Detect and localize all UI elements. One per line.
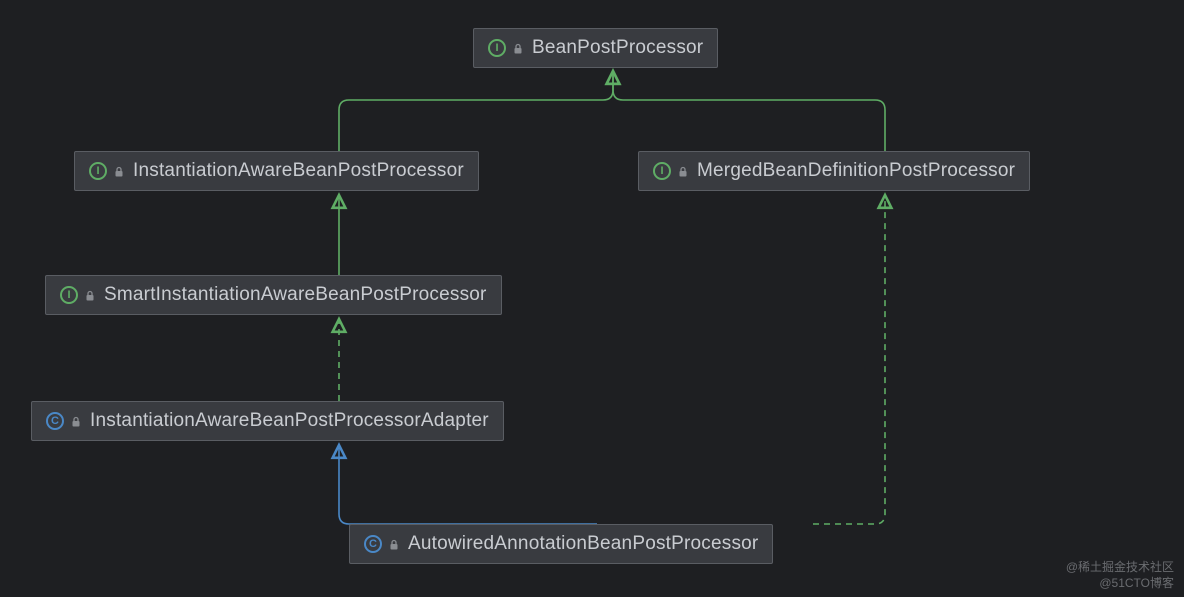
lock-icon <box>84 289 96 301</box>
lock-icon <box>113 165 125 177</box>
edge-aabpp-mbdpp <box>813 195 885 524</box>
node-label: SmartInstantiationAwareBeanPostProcessor <box>104 284 487 306</box>
edge-iabpp-bpp <box>339 71 613 151</box>
lock-icon <box>70 415 82 427</box>
lock-icon <box>388 538 400 550</box>
edge-aabpp-iabppa <box>339 445 597 524</box>
node-label: MergedBeanDefinitionPostProcessor <box>697 160 1015 182</box>
node-label: BeanPostProcessor <box>532 37 703 59</box>
node-instantiation-aware-bpp-adapter[interactable]: C InstantiationAwareBeanPostProcessorAda… <box>31 401 504 441</box>
class-icon: C <box>364 535 382 553</box>
interface-icon: I <box>89 162 107 180</box>
lock-icon <box>512 42 524 54</box>
node-label: InstantiationAwareBeanPostProcessor <box>133 160 464 182</box>
node-bean-post-processor[interactable]: I BeanPostProcessor <box>473 28 718 68</box>
node-label: InstantiationAwareBeanPostProcessorAdapt… <box>90 410 489 432</box>
node-smart-instantiation-aware-bpp[interactable]: I SmartInstantiationAwareBeanPostProcess… <box>45 275 502 315</box>
lock-icon <box>677 165 689 177</box>
interface-icon: I <box>488 39 506 57</box>
node-instantiation-aware-bpp[interactable]: I InstantiationAwareBeanPostProcessor <box>74 151 479 191</box>
interface-icon: I <box>653 162 671 180</box>
interface-icon: I <box>60 286 78 304</box>
class-icon: C <box>46 412 64 430</box>
node-merged-bean-definition-pp[interactable]: I MergedBeanDefinitionPostProcessor <box>638 151 1030 191</box>
node-label: AutowiredAnnotationBeanPostProcessor <box>408 533 758 555</box>
node-autowired-annotation-bpp[interactable]: C AutowiredAnnotationBeanPostProcessor <box>349 524 773 564</box>
edge-mbdpp-bpp <box>613 71 885 151</box>
watermark-juejin: @稀土掘金技术社区 <box>1066 558 1174 575</box>
watermark-51cto: @51CTO博客 <box>1099 574 1174 591</box>
diagram-canvas: I BeanPostProcessor I InstantiationAware… <box>0 0 1184 597</box>
